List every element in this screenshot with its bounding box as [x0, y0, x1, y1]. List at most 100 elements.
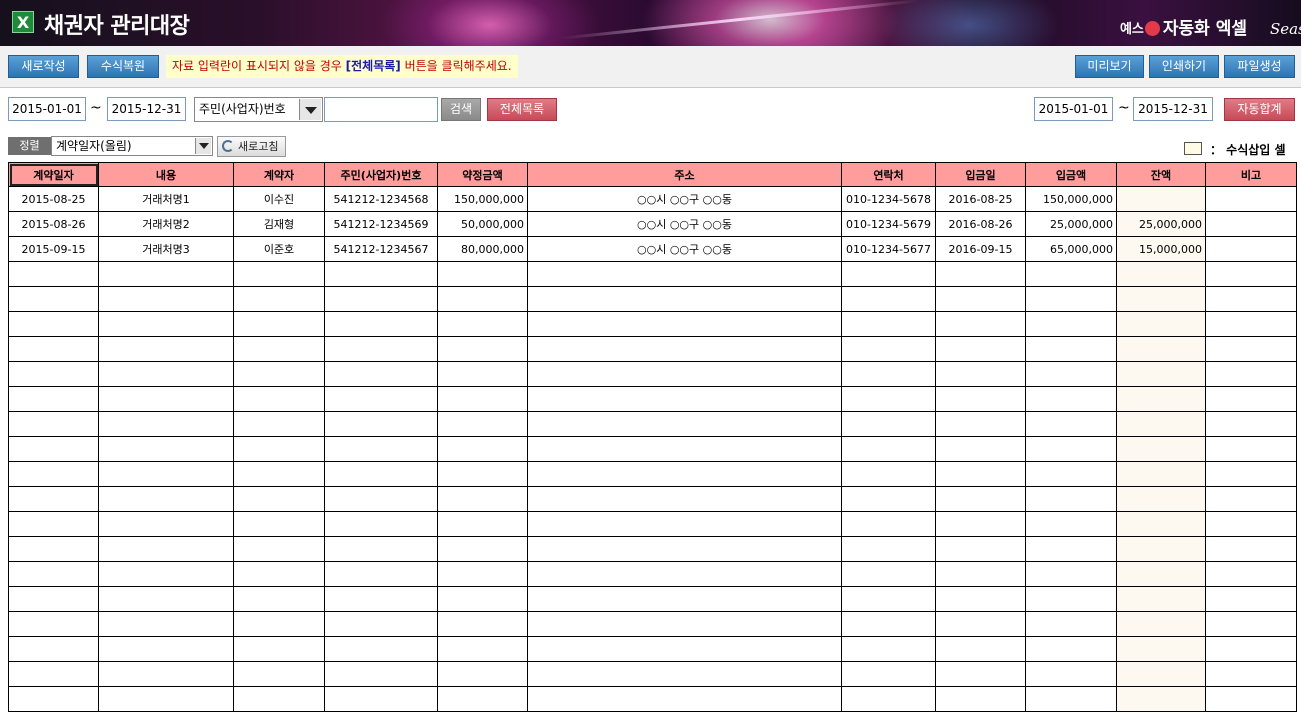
col-header-contract-date[interactable]: 계약일자 [8, 162, 99, 187]
cell-id-number[interactable] [324, 461, 438, 487]
cell-agreed-amount[interactable] [437, 386, 528, 412]
cell-agreed-amount[interactable] [437, 286, 528, 312]
cell-deposit-amount[interactable]: 25,000,000 [1025, 211, 1117, 237]
cell-note[interactable] [1205, 186, 1297, 212]
cell-deposit-amount[interactable] [1025, 386, 1117, 412]
cell-agreed-amount[interactable] [437, 361, 528, 387]
cell-description[interactable] [98, 436, 234, 462]
cell-address[interactable] [527, 286, 842, 312]
cell-id-number[interactable] [324, 486, 438, 512]
cell-deposit-date[interactable] [935, 686, 1026, 712]
cell-id-number[interactable]: 541212-1234568 [324, 186, 438, 212]
search-button[interactable]: 검색 [441, 98, 481, 121]
auto-sum-button[interactable]: 자동합계 [1224, 98, 1295, 121]
cell-agreed-amount[interactable] [437, 436, 528, 462]
table-row-empty[interactable] [8, 486, 1297, 512]
cell-agreed-amount[interactable] [437, 536, 528, 562]
cell-id-number[interactable] [324, 561, 438, 587]
cell-contract-date[interactable]: 2015-08-25 [8, 186, 99, 212]
cell-description[interactable]: 거래처명2 [98, 211, 234, 237]
cell-contractor[interactable] [233, 461, 325, 487]
cell-address[interactable] [527, 361, 842, 387]
cell-address[interactable] [527, 536, 842, 562]
cell-description[interactable] [98, 386, 234, 412]
cell-description[interactable] [98, 411, 234, 437]
cell-contractor[interactable]: 이수진 [233, 186, 325, 212]
cell-address[interactable] [527, 561, 842, 587]
cell-contract-date[interactable] [8, 611, 99, 637]
cell-contractor[interactable] [233, 536, 325, 562]
cell-agreed-amount[interactable] [437, 561, 528, 587]
table-row-empty[interactable] [8, 386, 1297, 412]
cell-contractor[interactable] [233, 611, 325, 637]
cell-description[interactable] [98, 586, 234, 612]
cell-address[interactable] [527, 686, 842, 712]
cell-contractor[interactable] [233, 511, 325, 537]
table-row-empty[interactable] [8, 686, 1297, 712]
cell-deposit-amount[interactable] [1025, 461, 1117, 487]
cell-contract-date[interactable]: 2015-09-15 [8, 236, 99, 262]
cell-note[interactable] [1205, 611, 1297, 637]
cell-agreed-amount[interactable] [437, 311, 528, 337]
cell-id-number[interactable] [324, 536, 438, 562]
cell-deposit-date[interactable] [935, 636, 1026, 662]
cell-contractor[interactable] [233, 486, 325, 512]
cell-note[interactable] [1205, 311, 1297, 337]
col-header-contact[interactable]: 연락처 [841, 162, 936, 187]
table-row-empty[interactable] [8, 561, 1297, 587]
cell-contact[interactable] [841, 386, 936, 412]
cell-id-number[interactable] [324, 336, 438, 362]
cell-contract-date[interactable]: 2015-08-26 [8, 211, 99, 237]
cell-contract-date[interactable] [8, 561, 99, 587]
cell-description[interactable] [98, 561, 234, 587]
cell-deposit-amount[interactable] [1025, 536, 1117, 562]
cell-deposit-amount[interactable]: 65,000,000 [1025, 236, 1117, 262]
cell-contact[interactable]: 010-1234-5679 [841, 211, 936, 237]
date-from-field[interactable]: 2015-01-01 [8, 97, 86, 121]
cell-deposit-date[interactable] [935, 561, 1026, 587]
preview-button[interactable]: 미리보기 [1075, 55, 1144, 78]
cell-contact[interactable] [841, 286, 936, 312]
sort-select[interactable]: 계약일자(올림) [51, 136, 213, 156]
cell-contact[interactable] [841, 511, 936, 537]
sum-date-to-field[interactable]: 2015-12-31 [1133, 97, 1213, 121]
cell-id-number[interactable] [324, 511, 438, 537]
cell-contractor[interactable] [233, 261, 325, 287]
cell-deposit-amount[interactable]: 150,000,000 [1025, 186, 1117, 212]
table-row-empty[interactable] [8, 411, 1297, 437]
table-row-empty[interactable] [8, 286, 1297, 312]
table-row-empty[interactable] [8, 586, 1297, 612]
cell-deposit-date[interactable] [935, 386, 1026, 412]
cell-contract-date[interactable] [8, 386, 99, 412]
cell-contractor[interactable] [233, 311, 325, 337]
table-row[interactable]: 2015-08-26 거래처명2 김재형 541212-1234569 50,0… [8, 211, 1297, 237]
cell-contractor[interactable] [233, 586, 325, 612]
cell-description[interactable] [98, 286, 234, 312]
cell-contract-date[interactable] [8, 511, 99, 537]
cell-note[interactable] [1205, 586, 1297, 612]
cell-contract-date[interactable] [8, 461, 99, 487]
cell-deposit-date[interactable] [935, 611, 1026, 637]
cell-note[interactable] [1205, 211, 1297, 237]
cell-description[interactable] [98, 536, 234, 562]
cell-deposit-date[interactable] [935, 411, 1026, 437]
table-row-empty[interactable] [8, 336, 1297, 362]
cell-deposit-amount[interactable] [1025, 411, 1117, 437]
table-row-empty[interactable] [8, 311, 1297, 337]
cell-note[interactable] [1205, 686, 1297, 712]
cell-description[interactable] [98, 511, 234, 537]
cell-contract-date[interactable] [8, 311, 99, 337]
cell-contact[interactable] [841, 411, 936, 437]
cell-agreed-amount[interactable] [437, 636, 528, 662]
cell-address[interactable] [527, 436, 842, 462]
cell-contact[interactable] [841, 436, 936, 462]
col-header-contractor[interactable]: 계약자 [233, 162, 325, 187]
cell-contractor[interactable]: 김재형 [233, 211, 325, 237]
table-row[interactable]: 2015-09-15 거래처명3 이준호 541212-1234567 80,0… [8, 236, 1297, 262]
cell-id-number[interactable] [324, 686, 438, 712]
cell-address[interactable]: ○○시 ○○구 ○○동 [527, 186, 842, 212]
sum-date-from-field[interactable]: 2015-01-01 [1034, 97, 1113, 121]
cell-agreed-amount[interactable] [437, 586, 528, 612]
cell-contract-date[interactable] [8, 686, 99, 712]
cell-agreed-amount[interactable]: 50,000,000 [437, 211, 528, 237]
